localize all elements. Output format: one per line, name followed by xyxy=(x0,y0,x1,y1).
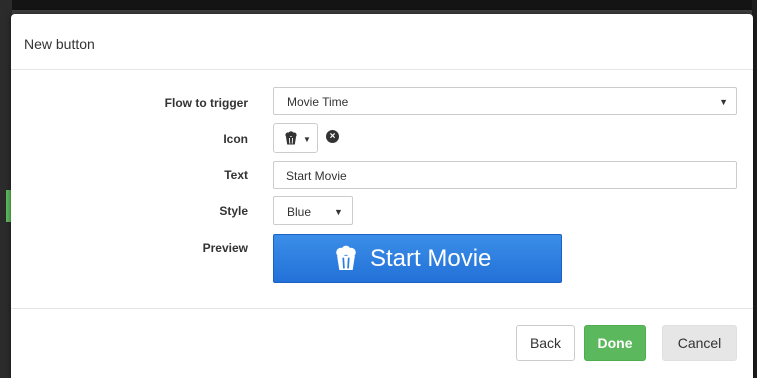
modal-title: New button xyxy=(24,36,95,52)
flow-select-value: Movie Time xyxy=(287,95,349,109)
caret-down-icon: ▼ xyxy=(719,97,728,107)
popcorn-icon xyxy=(284,131,298,150)
footer-divider xyxy=(11,308,753,309)
back-button[interactable]: Back xyxy=(516,325,575,361)
text-label: Text xyxy=(224,168,248,182)
done-button[interactable]: Done xyxy=(584,325,646,361)
style-select[interactable]: Blue ▼ xyxy=(273,196,353,225)
button-text-input[interactable]: Start Movie xyxy=(273,161,737,189)
style-label: Style xyxy=(219,204,248,218)
modal-header: New button xyxy=(11,14,753,70)
popcorn-icon xyxy=(334,245,358,276)
caret-down-icon: ▼ xyxy=(334,207,343,217)
caret-down-icon: ▼ xyxy=(303,135,311,144)
preview-button[interactable]: Start Movie xyxy=(273,234,562,283)
clear-circle-icon[interactable]: × xyxy=(326,130,339,143)
cancel-button[interactable]: Cancel xyxy=(662,325,737,361)
icon-picker-button[interactable]: ▼ xyxy=(273,123,318,153)
icon-label: Icon xyxy=(223,132,248,146)
new-button-modal: New button Flow to trigger Movie Time ▼ … xyxy=(11,14,753,378)
preview-label: Preview xyxy=(202,241,248,255)
backdrop-top xyxy=(0,0,757,10)
flow-select[interactable]: Movie Time ▼ xyxy=(273,87,737,115)
preview-button-label: Start Movie xyxy=(370,245,492,272)
flow-label: Flow to trigger xyxy=(164,96,248,110)
style-select-value: Blue xyxy=(287,205,312,219)
button-text-value: Start Movie xyxy=(286,169,347,183)
